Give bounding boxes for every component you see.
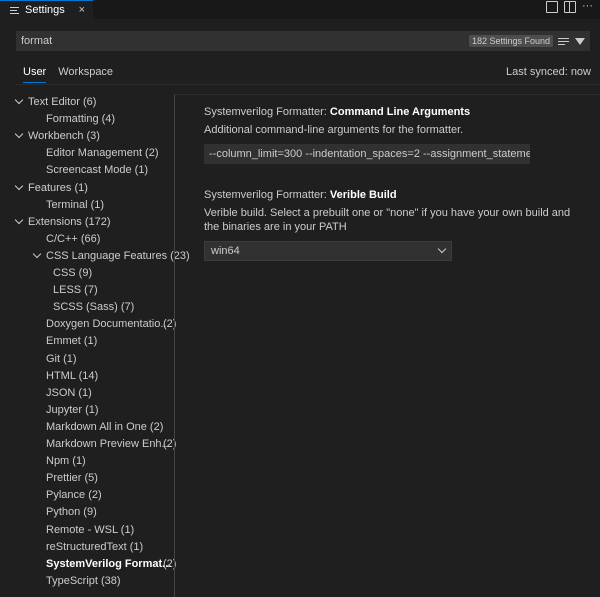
toc-item-label: Extensions (172) xyxy=(28,215,111,228)
toc-item-label: Screencast Mode (1) xyxy=(46,164,149,177)
last-synced-status: Last synced: now xyxy=(506,66,591,78)
tab-workspace[interactable]: Workspace xyxy=(58,66,113,83)
toc-item-label: Workbench (3) xyxy=(28,130,100,143)
chevron-down-icon[interactable] xyxy=(32,249,42,259)
toc-item[interactable]: Python (9) xyxy=(46,504,97,521)
filter-icon[interactable] xyxy=(575,37,585,45)
toc-item-label: Remote - WSL (1) xyxy=(46,523,135,536)
toc-item-label: Python (9) xyxy=(46,506,97,519)
toc-item[interactable]: Git (1) xyxy=(46,351,77,368)
toc-item-label: Formatting (4) xyxy=(46,113,116,126)
toc-item[interactable]: CSS (9) xyxy=(53,265,92,282)
toc-item[interactable]: C/C++ (66) xyxy=(46,231,100,248)
toc-item-label: Terminal (1) xyxy=(46,198,105,211)
setting-title: Systemverilog Formatter: Command Line Ar… xyxy=(204,106,574,118)
toc-item-label: LESS (7) xyxy=(53,284,98,297)
setting-title: Systemverilog Formatter: Verible Build xyxy=(204,189,574,201)
tab-settings[interactable]: Settings × xyxy=(0,0,93,19)
toc-item[interactable]: SCSS (Sass) (7) xyxy=(53,299,134,316)
toc-item-label: Npm (1) xyxy=(46,455,86,468)
toc-item[interactable]: HTML (14) xyxy=(46,368,98,385)
setting-name: Command Line Arguments xyxy=(329,106,471,118)
toc-item-label: Pylance (2) xyxy=(46,489,102,502)
toc-item[interactable]: Jupyter (1) xyxy=(46,402,99,419)
select-value: win64 xyxy=(211,245,240,257)
toc-item[interactable]: Screencast Mode (1) xyxy=(46,162,148,179)
toc-item[interactable]: reStructuredText (1) xyxy=(46,539,143,556)
tab-bar: Settings × ··· xyxy=(0,0,600,19)
toc-item[interactable]: JSON (1) xyxy=(46,385,92,402)
toc-item-label: Doxygen Documentatio... xyxy=(46,318,170,331)
toc-item[interactable]: Npm (1) xyxy=(46,453,86,470)
settings-search[interactable]: format 182 Settings Found xyxy=(16,31,590,51)
verible-build-select[interactable]: win64 xyxy=(204,241,452,261)
split-editor-icon[interactable] xyxy=(564,1,576,13)
setting-category: Systemverilog Formatter: xyxy=(204,106,330,118)
toc-item[interactable]: Formatting (4) xyxy=(46,111,115,128)
results-count-badge: 182 Settings Found xyxy=(468,35,553,47)
toc-item-label: CSS (9) xyxy=(53,267,93,279)
toc-item[interactable]: Workbench (3) xyxy=(14,128,100,145)
toc-item[interactable]: Text Editor (6) xyxy=(14,94,97,111)
chevron-down-icon[interactable] xyxy=(14,181,24,190)
setting-command-line-arguments: Systemverilog Formatter: Command Line Ar… xyxy=(204,106,574,164)
toc-item-label: JSON (1) xyxy=(46,386,92,399)
toc-item-label: Markdown All in One (2) xyxy=(46,420,164,433)
toc-item-label: Emmet (1) xyxy=(46,335,98,348)
toc-item-label: Markdown Preview Enh... xyxy=(46,438,171,450)
chevron-down-icon[interactable] xyxy=(14,215,24,224)
toc-item-label: CSS Language Features (23) xyxy=(46,249,190,262)
toc-item-label: Prettier (5) xyxy=(46,472,98,485)
chevron-down-icon[interactable] xyxy=(14,95,24,105)
toc-item[interactable]: Prettier (5) xyxy=(46,470,98,487)
toc-item[interactable]: Remote - WSL (1) xyxy=(46,522,134,539)
toc-item-label: Editor Management (2) xyxy=(46,147,159,160)
editor-actions: ··· xyxy=(546,1,594,13)
chevron-down-icon xyxy=(437,244,447,254)
toc-item-label: Jupyter (1) xyxy=(46,403,99,416)
close-icon[interactable]: × xyxy=(79,4,85,16)
toc-item[interactable]: Terminal (1) xyxy=(46,197,104,214)
setting-name: Verible Build xyxy=(329,189,397,201)
toc-item-label: Git (1) xyxy=(46,352,77,365)
clear-filter-icon[interactable] xyxy=(558,37,569,45)
toc-item[interactable]: LESS (7) xyxy=(53,282,98,299)
toc-item[interactable]: Markdown All in One (2) xyxy=(46,419,163,436)
toc-item-label: C/C++ (66) xyxy=(46,232,101,245)
setting-category: Systemverilog Formatter: xyxy=(204,189,330,201)
settings-file-icon xyxy=(10,6,19,14)
toc-item-label: Text Editor (6) xyxy=(28,96,97,108)
more-actions-icon[interactable]: ··· xyxy=(582,1,594,13)
toc-item[interactable]: Extensions (172) xyxy=(14,214,111,231)
toc-item[interactable]: Doxygen Documentatio... xyxy=(46,316,170,333)
toc-item[interactable]: Editor Management (2) xyxy=(46,145,159,162)
toc-item-label: HTML (14) xyxy=(46,369,99,382)
tab-label: Settings xyxy=(25,4,65,16)
divider xyxy=(16,84,600,85)
toc-item-label: SCSS (Sass) (7) xyxy=(53,301,135,314)
toc-item-label: SystemVerilog Format... xyxy=(46,557,172,570)
toc-item[interactable]: Pylance (2) xyxy=(46,487,102,504)
chevron-down-icon[interactable] xyxy=(14,129,24,139)
toc-item[interactable]: Features (1) xyxy=(14,180,88,197)
toc-item[interactable]: Markdown Preview Enh... xyxy=(46,436,171,453)
toc-item-label: Features (1) xyxy=(28,181,88,194)
search-input[interactable]: format xyxy=(21,35,52,47)
scope-tabs: User Workspace xyxy=(23,66,113,83)
toc-item[interactable]: CSS Language Features (23) xyxy=(32,248,190,265)
toc-item[interactable]: TypeScript (38) xyxy=(46,573,121,590)
tab-user[interactable]: User xyxy=(23,66,47,83)
settings-list: Systemverilog Formatter: Command Line Ar… xyxy=(174,94,600,597)
toc-item-label: TypeScript (38) xyxy=(46,574,121,587)
toc-item[interactable]: Emmet (1) xyxy=(46,333,97,350)
setting-description: Additional command-line arguments for th… xyxy=(204,124,464,136)
toc-item[interactable]: SystemVerilog Format... xyxy=(46,556,171,573)
setting-description: Verible build. Select a prebuilt one or … xyxy=(204,207,571,233)
command-line-arguments-input[interactable]: --column_limit=300 --indentation_spaces=… xyxy=(204,144,530,164)
setting-verible-build: Systemverilog Formatter: Verible Build V… xyxy=(204,189,574,261)
toc-item-label: reStructuredText (1) xyxy=(46,540,144,553)
open-json-icon[interactable] xyxy=(546,1,558,13)
